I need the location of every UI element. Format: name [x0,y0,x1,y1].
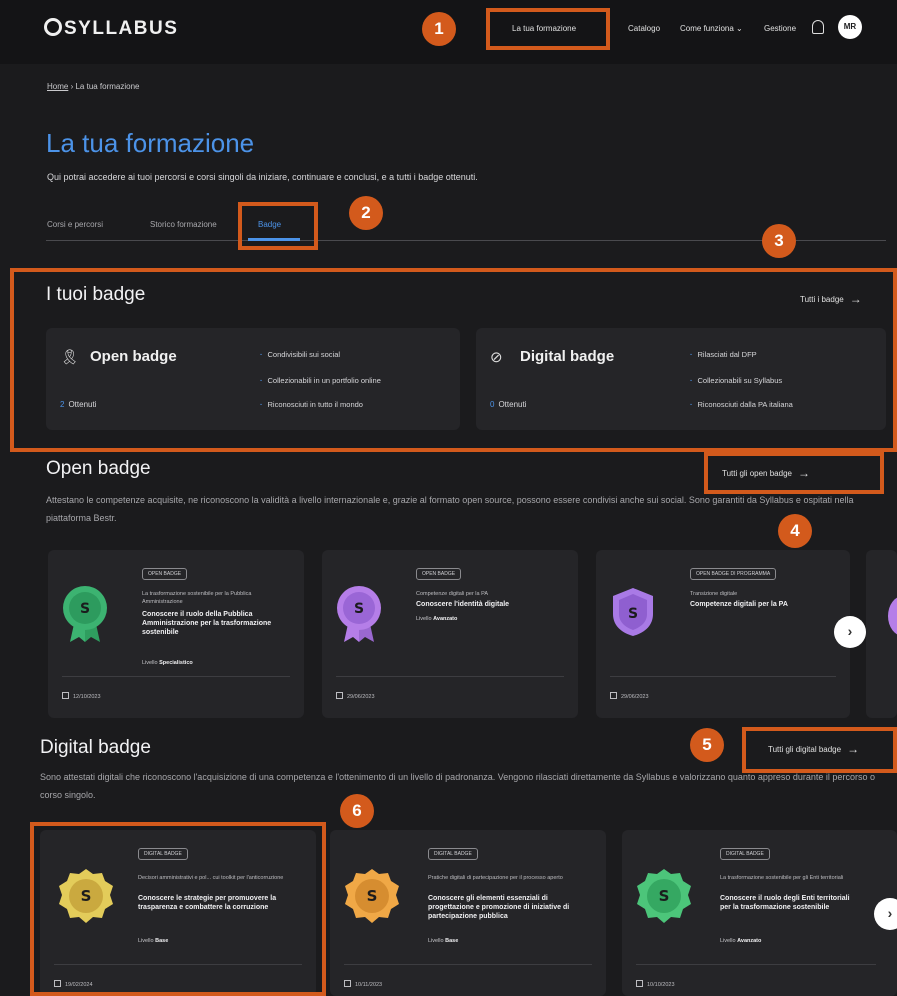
open-badge-medal-icon: S [337,586,381,642]
breadcrumb-current: La tua formazione [75,82,140,91]
badge-level: Livello Avanzato [720,938,762,944]
badge-name: Conoscere il ruolo degli Enti territoria… [720,895,850,911]
badge-name: Competenze digitali per la PA [690,601,788,608]
badge-type-pill: OPEN BADGE [142,568,188,580]
badge-level: Livello Specialistico [142,660,193,666]
annotation-number: 3 [762,224,796,258]
nav-gestione[interactable]: Gestione [764,24,796,33]
breadcrumb-home-link[interactable]: Home [47,82,68,91]
annotation-box-nav [486,8,610,50]
tab-corsi-e-percorsi[interactable]: Corsi e percorsi [47,220,103,229]
card-divider [336,676,564,677]
annotation-number: 4 [778,514,812,548]
carousel-next-button[interactable]: › [834,616,866,648]
badge-level: Livello Base [428,938,459,944]
partial-badge-icon [888,596,897,636]
digital-badge-seal-icon: S [345,869,399,923]
open-badge-description: Attestano le competenze acquisite, ne ri… [46,495,854,523]
tab-storico-formazione[interactable]: Storico formazione [150,220,217,229]
breadcrumb: Home › La tua formazione [47,82,140,91]
annotation-box-tab [238,202,318,250]
card-divider [610,676,836,677]
calendar-icon [62,692,69,699]
digital-badge-card[interactable]: S DIGITAL BADGE Pratiche digitali di par… [330,830,606,996]
calendar-icon [636,980,643,987]
chevron-down-icon: ⌄ [736,24,743,33]
nav-come-funziona[interactable]: Come funziona ⌄ [680,24,743,33]
badge-name: Conoscere il ruolo della Pubblica Ammini… [142,611,272,636]
tabs-divider [46,240,886,241]
syllabus-logo[interactable]: SYLLABUS [44,18,178,40]
badge-date: 29/06/2023 [610,692,649,700]
digital-badge-card[interactable]: S DIGITAL BADGE La trasformazione sosten… [622,830,897,996]
page-title: La tua formazione [46,128,255,158]
badge-date: 10/11/2023 [344,980,382,988]
badge-category: Pratiche digitali di partecipazione per … [428,875,563,881]
calendar-icon [336,692,343,699]
badge-name: Conoscere gli elementi essenziali di pro… [428,895,570,920]
annotation-number: 2 [349,196,383,230]
digital-badge-description: Sono attestati digitali che riconoscono … [40,772,875,800]
badge-date: 12/10/2023 [62,692,101,700]
badge-name: Conoscere l'identità digitale [416,601,510,608]
badge-date: 10/10/2023 [636,980,675,988]
nav-catalogo[interactable]: Catalogo [628,24,660,33]
annotation-number: 5 [690,728,724,762]
badge-category: La trasformazione sostenibile per gli En… [720,875,844,881]
badge-category: Transizione digitale [690,591,738,597]
svg-text:S: S [354,601,364,617]
calendar-icon [344,980,351,987]
svg-text:S: S [659,887,670,905]
open-badge-card[interactable]: S OPEN BADGE La trasformazione sostenibi… [48,550,304,718]
card-divider [636,964,876,965]
badge-category: Competenze digitali per la PA [416,591,489,597]
annotation-number: 1 [422,12,456,46]
svg-text:S: S [80,601,90,617]
badge-date: 29/06/2023 [336,692,375,700]
svg-text:S: S [367,887,378,905]
badge-type-pill: OPEN BADGE DI PROGRAMMA [690,568,777,580]
badge-type-pill: OPEN BADGE [416,568,462,580]
open-badge-card[interactable]: S OPEN BADGE DI PROGRAMMA Transizione di… [596,550,850,718]
badge-type-pill: DIGITAL BADGE [428,848,478,860]
badge-type-pill: DIGITAL BADGE [720,848,770,860]
user-avatar[interactable]: MR [838,15,862,39]
calendar-icon [610,692,617,699]
annotation-box-open-link [704,452,884,494]
page-subtitle: Qui potrai accedere ai tuoi percorsi e c… [47,172,478,182]
digital-badge-section-title: Digital badge [40,737,151,758]
card-divider [62,676,290,677]
notifications-bell-icon[interactable] [812,20,824,34]
open-badge-card-partial[interactable] [866,550,897,718]
badge-category: La trasformazione sostenibile per la Pub… [142,591,252,605]
card-divider [344,964,592,965]
open-badge-section-title: Open badge [46,458,151,479]
annotation-number: 6 [340,794,374,828]
open-badge-card[interactable]: S OPEN BADGE Competenze digitali per la … [322,550,578,718]
open-badge-medal-icon: S [63,586,107,642]
svg-text:S: S [628,606,638,622]
badge-level: Livello Avanzato [416,616,458,622]
annotation-box-summary [10,268,897,452]
digital-badge-seal-icon: S [637,869,691,923]
logo-mark-icon [44,18,62,36]
annotation-box-digital-card [30,822,326,996]
shield-badge-icon: S [613,588,653,636]
annotation-box-digital-link [742,727,897,773]
